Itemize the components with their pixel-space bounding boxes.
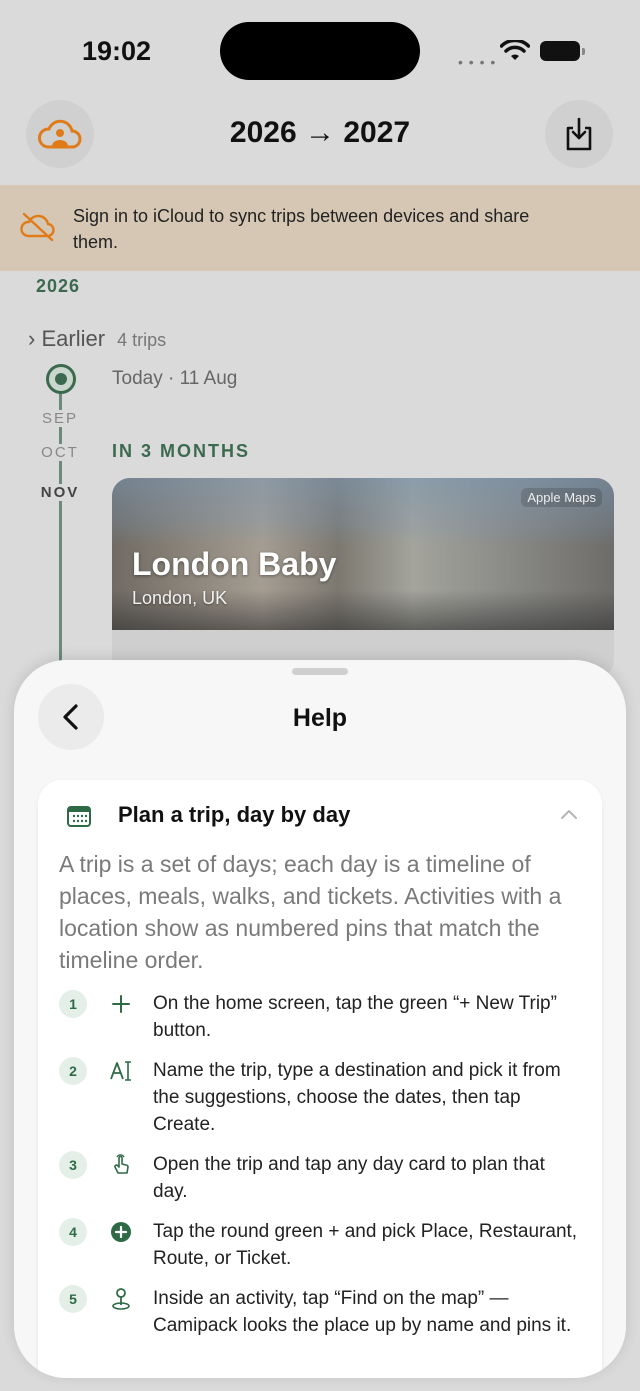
- help-section-description: A trip is a set of days; each day is a t…: [59, 851, 562, 973]
- status-time: 19:02: [82, 36, 152, 66]
- apple-maps-tag: Apple Maps: [521, 488, 602, 507]
- download-tray-icon: [566, 117, 592, 151]
- upcoming-label: IN 3 MONTHS: [112, 441, 251, 461]
- icloud-banner[interactable]: Sign in to iCloud to sync trips between …: [0, 185, 640, 271]
- sheet-title: Help: [292, 704, 348, 732]
- year-heading: 2026: [36, 276, 81, 296]
- step-text: Tap the round green + and pick Place, Re…: [153, 1221, 578, 1269]
- plus-circle-icon: [109, 1220, 133, 1244]
- step-number: 1: [59, 990, 87, 1018]
- help-section-header[interactable]: Plan a trip, day by day: [38, 802, 602, 834]
- earlier-count: 4 trips: [117, 330, 167, 350]
- step-text: Name the trip, type a destination and pi…: [153, 1060, 561, 1135]
- month-label-oct: OCT: [36, 444, 84, 461]
- trip-card[interactable]: Apple Maps London Baby London, UK: [112, 478, 614, 678]
- import-button[interactable]: [545, 100, 613, 168]
- today-label: Today · 11 Aug: [112, 368, 238, 389]
- status-bar: 19:02 • • • •: [0, 0, 640, 100]
- today-marker: [46, 364, 76, 394]
- icloud-off-icon: [20, 212, 55, 242]
- chevron-right-icon: ›: [28, 326, 36, 351]
- signal-dots-icon: • • • •: [458, 54, 497, 70]
- month-label-sep: SEP: [36, 410, 84, 427]
- step-text: On the home screen, tap the green “+ New…: [153, 993, 557, 1041]
- battery-icon: [540, 41, 585, 61]
- earlier-trips-toggle[interactable]: › Earlier 4 trips: [28, 326, 166, 352]
- help-section-title: Plan a trip, day by day: [118, 802, 351, 827]
- map-pin-icon: [109, 1287, 133, 1311]
- banner-text: Sign in to iCloud to sync trips between …: [73, 206, 530, 252]
- calendar-icon: [67, 806, 91, 827]
- step-number: 2: [59, 1057, 87, 1085]
- wifi-icon: [500, 40, 530, 60]
- timeline-line: [59, 390, 62, 670]
- step-text: Inside an activity, tap “Find on the map…: [153, 1288, 572, 1336]
- step-text: Open the trip and tap any day card to pl…: [153, 1154, 545, 1202]
- chevron-up-icon[interactable]: [560, 808, 578, 820]
- help-section-card: Plan a trip, day by day A trip is a set …: [38, 780, 602, 1378]
- step-number: 5: [59, 1285, 87, 1313]
- trip-title: London Baby: [132, 546, 337, 582]
- page-title: 2026 → 2027: [229, 116, 411, 149]
- earlier-label: Earlier: [41, 326, 106, 351]
- dynamic-island: [220, 22, 420, 80]
- tap-hand-icon: [109, 1153, 133, 1177]
- step-number: 4: [59, 1218, 87, 1246]
- help-sheet: Help Plan a trip, day by day A trip is a…: [14, 660, 626, 1378]
- top-bar: 2026 → 2027: [0, 100, 640, 168]
- sheet-grabber[interactable]: [292, 668, 348, 675]
- trip-location: London, UK: [132, 588, 228, 608]
- text-cursor-icon: [109, 1059, 133, 1083]
- step-number: 3: [59, 1151, 87, 1179]
- month-label-nov: NOV: [36, 484, 84, 501]
- plus-icon: [109, 992, 133, 1016]
